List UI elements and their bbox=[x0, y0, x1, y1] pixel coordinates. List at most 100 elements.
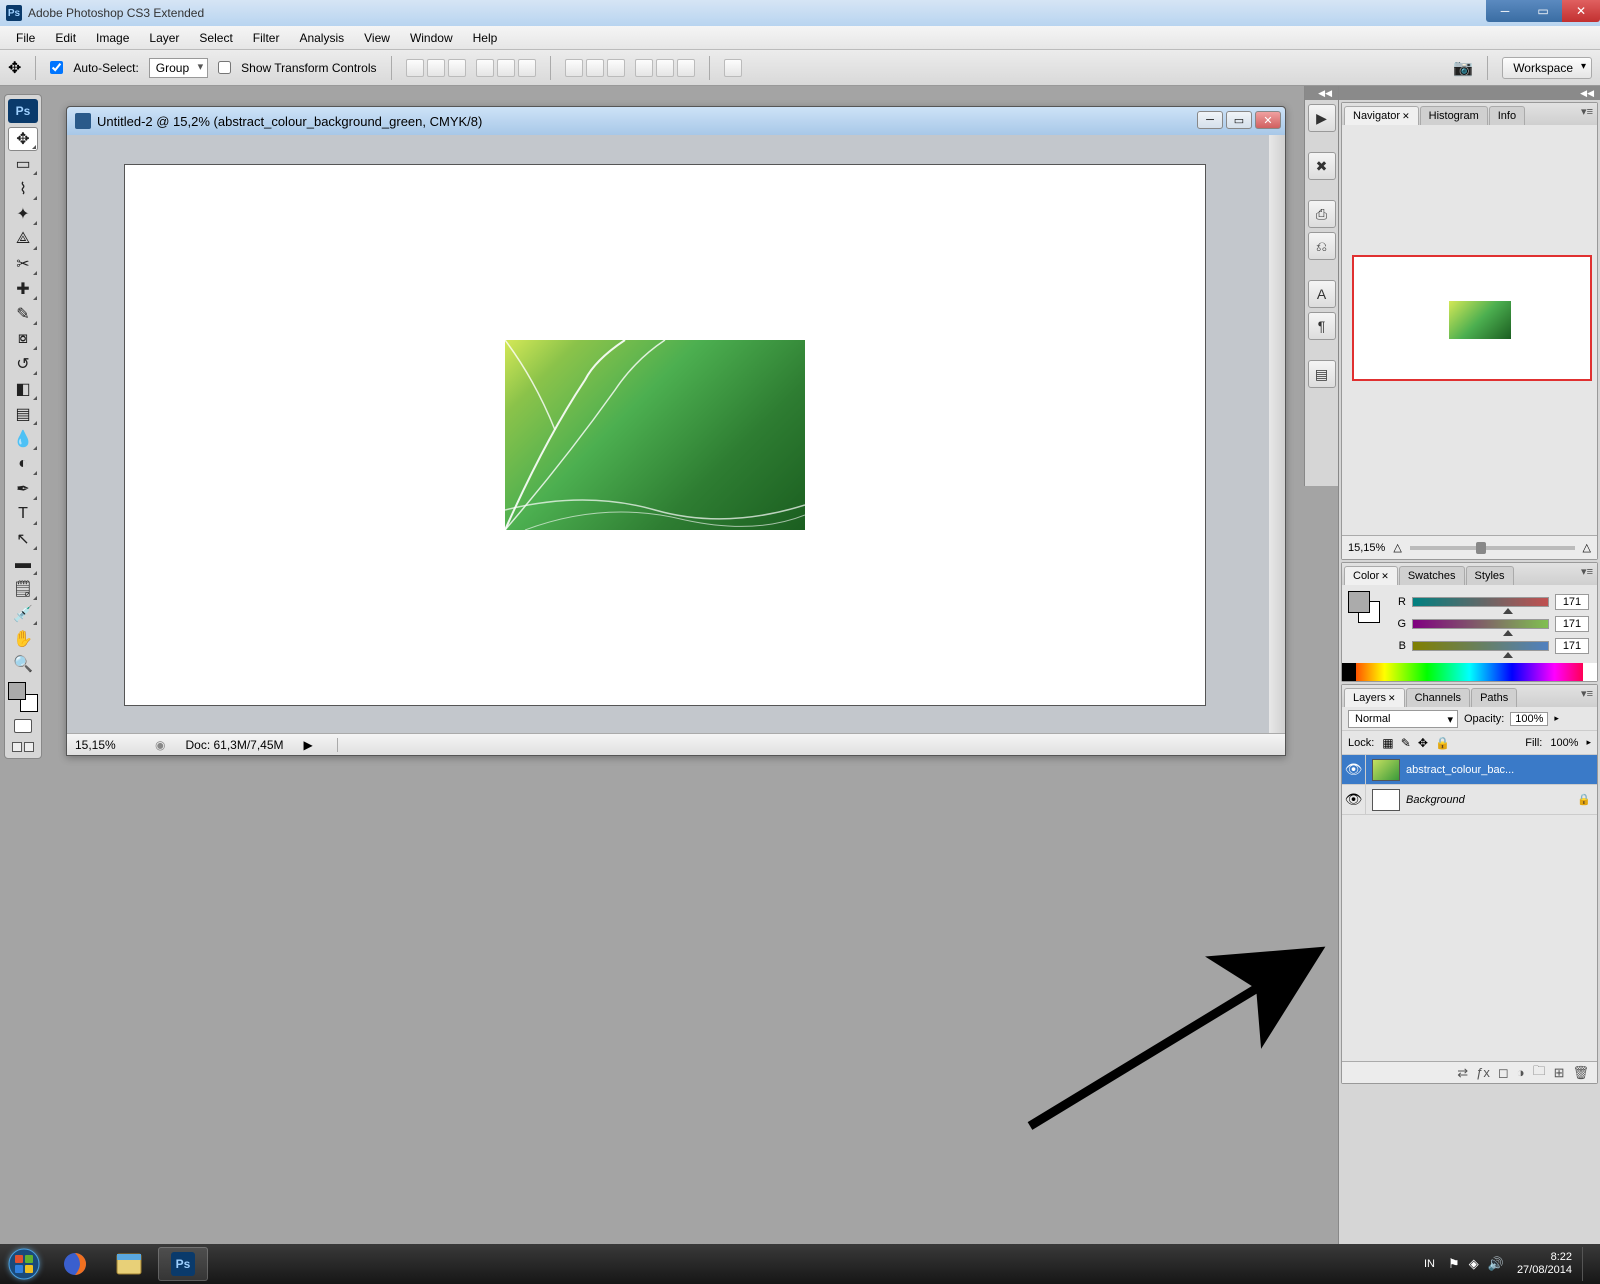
fill-arrow-icon[interactable]: ▸ bbox=[1586, 737, 1591, 748]
notes-tool[interactable]: 🗒 bbox=[8, 577, 38, 601]
tab-color[interactable]: Color✕ bbox=[1344, 566, 1398, 585]
show-transform-checkbox[interactable] bbox=[218, 61, 231, 74]
document-titlebar[interactable]: Untitled-2 @ 15,2% (abstract_colour_back… bbox=[67, 107, 1285, 135]
menu-file[interactable]: File bbox=[6, 28, 45, 48]
menu-select[interactable]: Select bbox=[189, 28, 242, 48]
window-minimize-button[interactable]: ─ bbox=[1486, 0, 1524, 22]
tab-styles[interactable]: Styles bbox=[1466, 566, 1514, 585]
visibility-icon[interactable]: 👁 bbox=[1342, 785, 1366, 814]
doc-close-button[interactable]: ✕ bbox=[1255, 111, 1281, 129]
panel-menu-icon[interactable]: ▾≡ bbox=[1581, 687, 1593, 700]
tab-paths[interactable]: Paths bbox=[1471, 688, 1517, 707]
start-button[interactable] bbox=[0, 1244, 48, 1284]
crop-tool[interactable]: ⟁ bbox=[8, 227, 38, 251]
link-layers-icon[interactable]: ⇄ bbox=[1457, 1065, 1468, 1081]
distribute-button[interactable] bbox=[635, 59, 653, 77]
screen-mode-buttons[interactable] bbox=[5, 742, 41, 752]
taskbar-clock[interactable]: 8:22 27/08/2014 bbox=[1517, 1251, 1572, 1277]
slice-tool[interactable]: ✂ bbox=[8, 252, 38, 276]
tray-volume-icon[interactable]: 🔊 bbox=[1488, 1256, 1504, 1271]
align-button[interactable] bbox=[448, 59, 466, 77]
menu-view[interactable]: View bbox=[354, 28, 400, 48]
path-tool[interactable]: ↖ bbox=[8, 527, 38, 551]
move-tool[interactable]: ✥ bbox=[8, 127, 38, 151]
color-swatches[interactable] bbox=[8, 682, 38, 712]
brush-tool[interactable]: ✎ bbox=[8, 302, 38, 326]
align-button[interactable] bbox=[497, 59, 515, 77]
menu-analysis[interactable]: Analysis bbox=[289, 28, 354, 48]
layer-mask-icon[interactable]: ◻ bbox=[1498, 1065, 1509, 1081]
marquee-tool[interactable]: ▭ bbox=[8, 152, 38, 176]
lock-position-icon[interactable]: ✥ bbox=[1418, 736, 1428, 750]
paragraph-panel-icon[interactable]: ¶ bbox=[1308, 312, 1336, 340]
taskbar-photoshop[interactable]: Ps bbox=[158, 1247, 208, 1281]
window-maximize-button[interactable]: ▭ bbox=[1524, 0, 1562, 22]
lock-all-icon[interactable]: 🔒 bbox=[1435, 736, 1450, 750]
taskbar-lang[interactable]: IN bbox=[1424, 1258, 1435, 1270]
zoom-level[interactable]: 15,15% bbox=[75, 738, 135, 752]
vertical-scrollbar[interactable] bbox=[1269, 135, 1285, 733]
gradient-tool[interactable]: ▤ bbox=[8, 402, 38, 426]
navigator-zoom-value[interactable]: 15,15% bbox=[1348, 542, 1385, 554]
taskbar-explorer[interactable] bbox=[104, 1247, 154, 1281]
history-brush-tool[interactable]: ↺ bbox=[8, 352, 38, 376]
lock-transparency-icon[interactable]: ▦ bbox=[1382, 736, 1393, 750]
align-button[interactable] bbox=[406, 59, 424, 77]
align-button[interactable] bbox=[476, 59, 494, 77]
lock-pixels-icon[interactable]: ✎ bbox=[1401, 736, 1411, 750]
opacity-arrow-icon[interactable]: ▸ bbox=[1554, 713, 1559, 724]
visibility-icon[interactable]: 👁 bbox=[1342, 755, 1366, 784]
adjustment-layer-icon[interactable]: ◑ bbox=[1517, 1065, 1525, 1080]
new-layer-icon[interactable]: ⊞ bbox=[1554, 1065, 1565, 1081]
layer-name[interactable]: abstract_colour_bac... bbox=[1406, 764, 1597, 776]
g-value[interactable]: 171 bbox=[1555, 616, 1589, 632]
stamp-tool[interactable]: ⧇ bbox=[8, 327, 38, 351]
tab-channels[interactable]: Channels bbox=[1406, 688, 1470, 707]
layer-name[interactable]: Background bbox=[1406, 794, 1577, 806]
blur-tool[interactable]: 💧 bbox=[8, 427, 38, 451]
actions-panel-icon[interactable]: ▤ bbox=[1308, 360, 1336, 388]
layer-comps-panel-icon[interactable]: ⎙ bbox=[1308, 200, 1336, 228]
layer-style-icon[interactable]: ƒx bbox=[1476, 1065, 1490, 1080]
distribute-button[interactable] bbox=[565, 59, 583, 77]
tab-swatches[interactable]: Swatches bbox=[1399, 566, 1465, 585]
eraser-tool[interactable]: ◧ bbox=[8, 377, 38, 401]
auto-select-checkbox[interactable] bbox=[50, 61, 63, 74]
tab-layers[interactable]: Layers✕ bbox=[1344, 688, 1405, 707]
type-tool[interactable]: T bbox=[8, 502, 38, 526]
tool-presets-panel-icon[interactable]: ✖ bbox=[1308, 152, 1336, 180]
align-button[interactable] bbox=[518, 59, 536, 77]
layer-row[interactable]: 👁 abstract_colour_bac... bbox=[1342, 755, 1597, 785]
blend-mode-dropdown[interactable]: Normal bbox=[1348, 710, 1458, 728]
shape-tool[interactable]: ▬ bbox=[8, 552, 38, 576]
r-slider[interactable] bbox=[1412, 597, 1549, 607]
opacity-value[interactable]: 100% bbox=[1510, 712, 1548, 726]
b-slider[interactable] bbox=[1412, 641, 1549, 651]
distribute-button[interactable] bbox=[656, 59, 674, 77]
hand-tool[interactable]: ✋ bbox=[8, 627, 38, 651]
tray-flag-icon[interactable]: ⚑ bbox=[1448, 1256, 1460, 1271]
auto-align-button[interactable] bbox=[724, 59, 742, 77]
horizontal-scrollbar[interactable] bbox=[337, 738, 1277, 752]
distribute-button[interactable] bbox=[607, 59, 625, 77]
healing-tool[interactable]: ✚ bbox=[8, 277, 38, 301]
new-group-icon[interactable]: 🗀 bbox=[1533, 1062, 1546, 1084]
distribute-button[interactable] bbox=[677, 59, 695, 77]
brushes-panel-icon[interactable]: ▶ bbox=[1308, 104, 1336, 132]
menu-image[interactable]: Image bbox=[86, 28, 139, 48]
menu-filter[interactable]: Filter bbox=[243, 28, 290, 48]
status-icon[interactable]: ◉ bbox=[155, 738, 165, 752]
pen-tool[interactable]: ✒ bbox=[8, 477, 38, 501]
auto-select-dropdown[interactable]: Group bbox=[149, 58, 208, 78]
quick-select-tool[interactable]: ✦ bbox=[8, 202, 38, 226]
align-button[interactable] bbox=[427, 59, 445, 77]
dodge-tool[interactable]: ◐ bbox=[8, 452, 38, 476]
dock-toggle[interactable]: ◀◀ bbox=[1305, 86, 1338, 100]
clone-source-panel-icon[interactable]: ⎌ bbox=[1308, 232, 1336, 260]
navigator-thumbnail[interactable] bbox=[1352, 255, 1592, 381]
fg-swatch[interactable] bbox=[1348, 591, 1370, 613]
b-value[interactable]: 171 bbox=[1555, 638, 1589, 654]
menu-edit[interactable]: Edit bbox=[45, 28, 86, 48]
go-to-bridge-icon[interactable]: 📷 bbox=[1453, 58, 1473, 78]
menu-layer[interactable]: Layer bbox=[139, 28, 189, 48]
